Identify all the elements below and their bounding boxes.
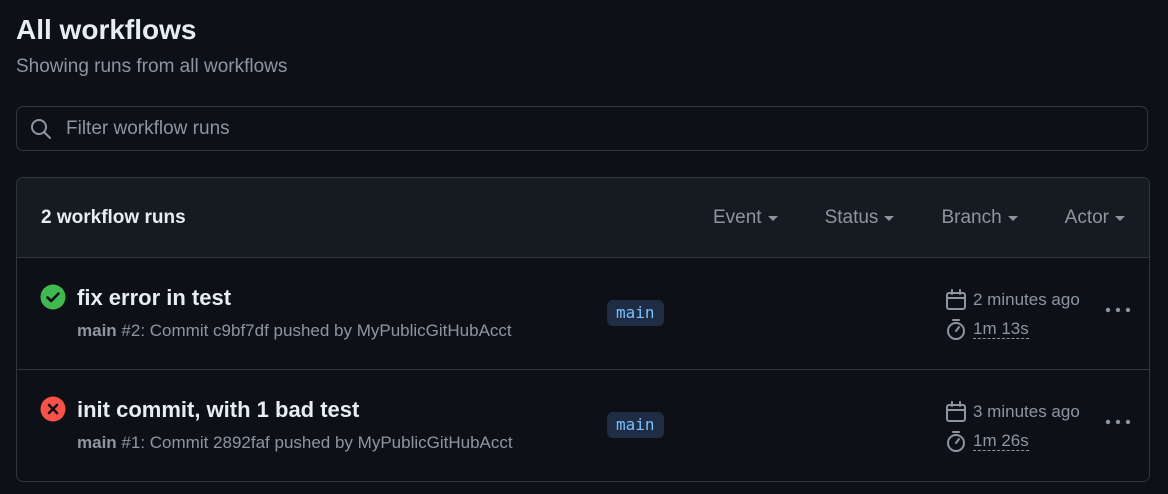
run-more-options-button[interactable] [1103, 412, 1133, 432]
branch-filter-label: Branch [941, 206, 1002, 228]
run-more-options-button[interactable] [1103, 300, 1133, 320]
run-commit-info: #1: Commit 2892faf pushed by MyPublicGit… [116, 433, 513, 452]
caret-down-icon [767, 216, 778, 221]
kebab-horizontal-icon [1105, 419, 1131, 425]
run-commit-info: #2: Commit c9bf7df pushed by MyPublicGit… [116, 321, 512, 340]
branch-filter-dropdown[interactable]: Branch [941, 206, 1018, 229]
run-title-link[interactable]: fix error in test [77, 284, 231, 312]
run-branch-name: main [77, 321, 117, 340]
x-circle-icon [40, 396, 66, 422]
run-time-text: 2 minutes ago [973, 290, 1080, 309]
stopwatch-icon [947, 319, 965, 340]
status-filter-dropdown[interactable]: Status [825, 207, 895, 229]
run-meta: main #2: Commit c9bf7df pushed by MyPubl… [77, 320, 512, 342]
caret-down-icon [1007, 216, 1018, 221]
run-duration-text: 1m 26s [973, 430, 1029, 451]
run-title-link[interactable]: init commit, with 1 bad test [77, 396, 359, 424]
caret-down-icon [884, 216, 895, 221]
page-subtitle: Showing runs from all workflows [16, 56, 288, 77]
run-branch-name: main [77, 433, 117, 452]
run-time: 3 minutes ago [945, 401, 1080, 423]
kebab-horizontal-icon [1105, 307, 1131, 313]
status-filter-label: Status [824, 206, 879, 228]
caret-down-icon [1115, 216, 1125, 221]
run-meta: main #1: Commit 2892faf pushed by MyPubl… [77, 432, 513, 454]
actor-filter-dropdown[interactable]: Actor [1065, 207, 1125, 229]
event-filter-label: Event [712, 206, 762, 228]
event-filter-dropdown[interactable]: Event [713, 207, 778, 229]
filter-runs-box[interactable] [16, 106, 1148, 151]
calendar-icon [946, 401, 966, 422]
calendar-icon [946, 289, 966, 310]
branch-label[interactable]: main [607, 300, 664, 326]
workflow-runs-box: 2 workflow runs Event Status Branch Acto… [16, 177, 1150, 482]
run-duration: 1m 13s [945, 318, 1029, 340]
runs-count: 2 workflow runs [41, 206, 186, 228]
workflows-page: All workflows Showing runs from all work… [0, 0, 1168, 494]
run-time: 2 minutes ago [945, 289, 1080, 311]
page-title: All workflows [16, 14, 197, 45]
workflow-run-row[interactable]: init commit, with 1 bad test main #1: Co… [17, 369, 1149, 480]
actor-filter-label: Actor [1064, 206, 1109, 228]
run-duration-text: 1m 13s [973, 318, 1029, 339]
run-duration: 1m 26s [945, 430, 1029, 452]
branch-label[interactable]: main [607, 412, 664, 438]
filter-runs-input[interactable] [66, 117, 1147, 140]
search-icon [30, 118, 52, 140]
runs-header: 2 workflow runs Event Status Branch Acto… [17, 178, 1149, 258]
run-time-text: 3 minutes ago [973, 402, 1080, 421]
workflow-run-row[interactable]: fix error in test main #2: Commit c9bf7d… [17, 258, 1149, 369]
check-circle-icon [40, 284, 66, 310]
stopwatch-icon [947, 431, 965, 452]
